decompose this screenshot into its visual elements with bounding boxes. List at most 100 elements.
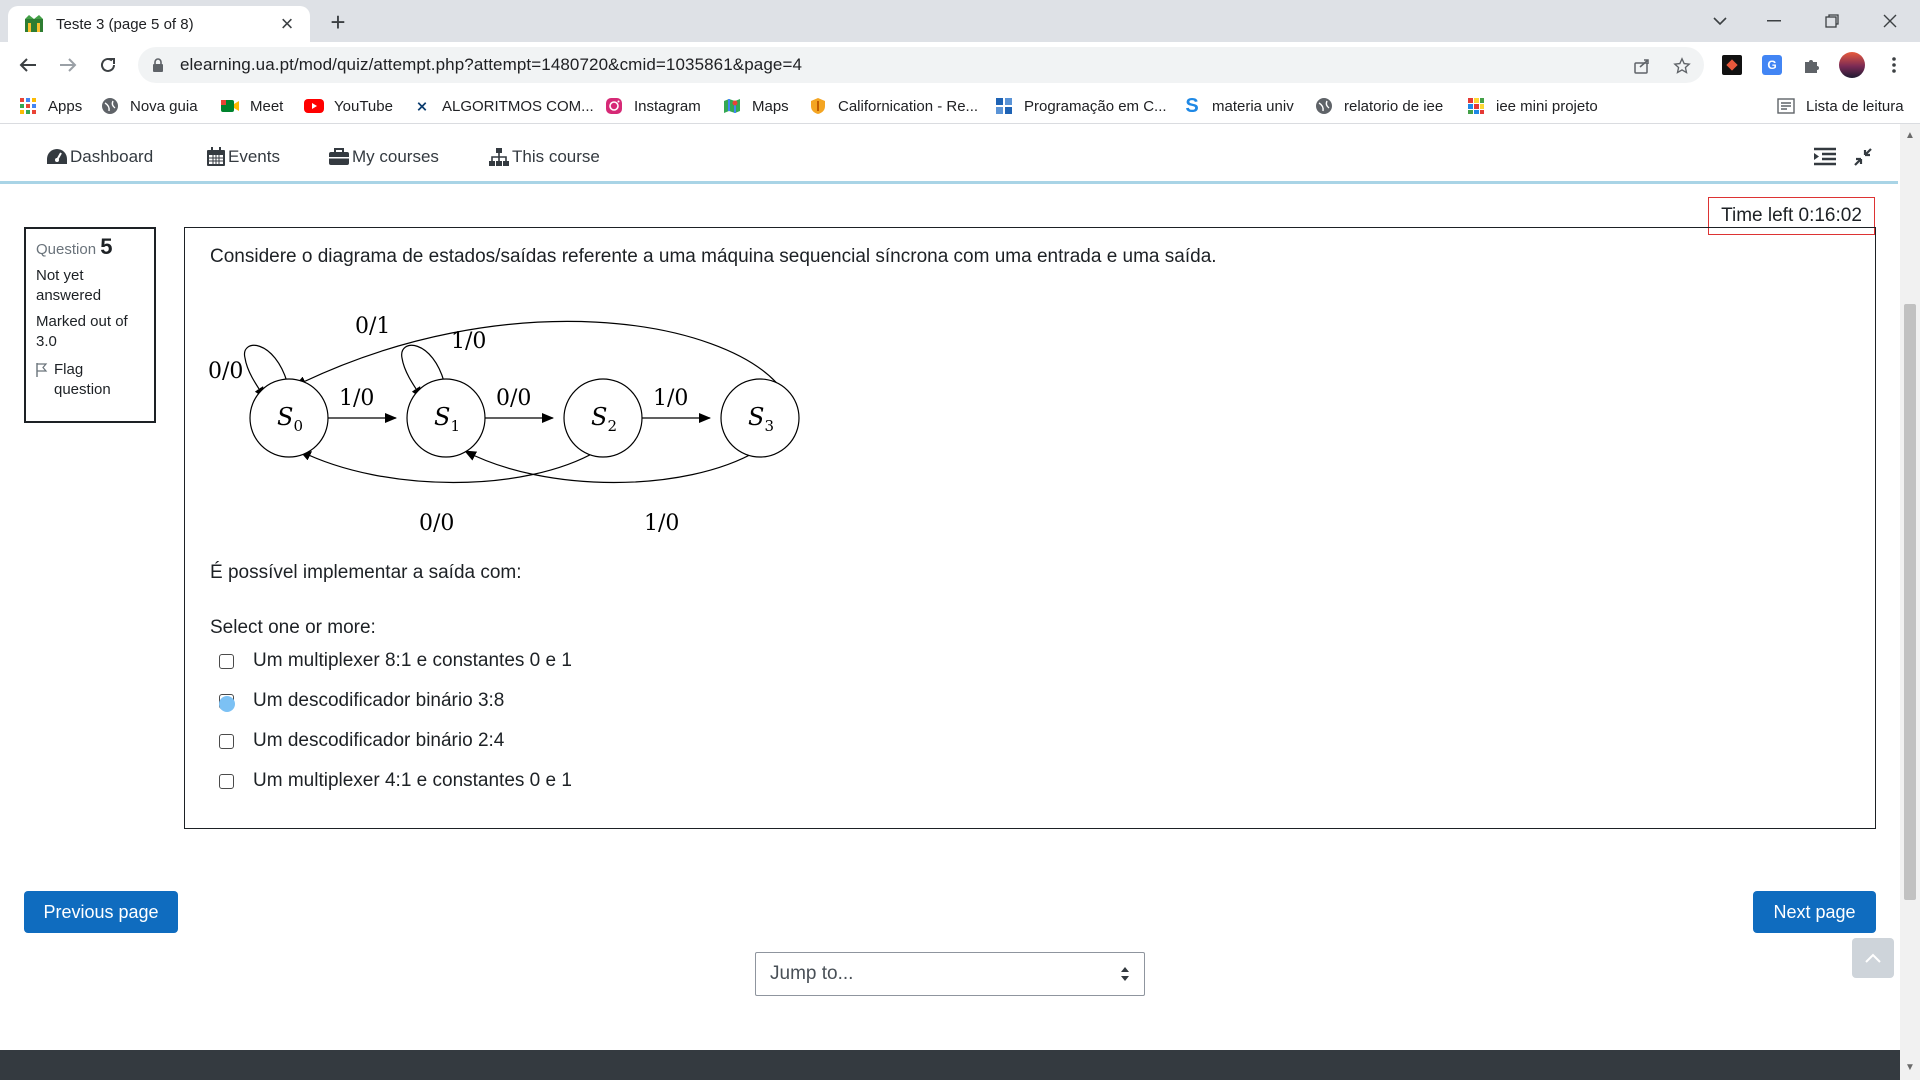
bookmark-label: Maps	[752, 97, 789, 115]
scrollbar-thumb[interactable]	[1904, 304, 1916, 900]
youtube-icon	[304, 96, 324, 116]
tab-search-icon[interactable]	[1700, 0, 1740, 42]
nav-this-course[interactable]: This course	[488, 144, 600, 170]
label-s3-s1: 1/0	[644, 511, 679, 536]
page-footer	[0, 1050, 1900, 1080]
question-content: Considere o diagrama de estados/saídas r…	[184, 227, 1876, 829]
bookmark-label: YouTube	[334, 97, 393, 115]
chevron-up-icon	[1865, 953, 1881, 963]
extensions-puzzle-icon[interactable]	[1798, 51, 1826, 79]
bookmark-label: Instagram	[634, 97, 701, 115]
reading-list[interactable]: Lista de leitura	[1776, 93, 1904, 119]
question-info: Question 5 Not yet answered Marked out o…	[24, 227, 156, 423]
share-icon[interactable]	[1628, 52, 1656, 80]
back-icon[interactable]	[12, 49, 44, 81]
sitemap-icon	[489, 148, 509, 166]
flag-question[interactable]: Flag question	[36, 360, 144, 400]
answer-checkbox[interactable]	[219, 693, 235, 712]
meet-icon	[220, 96, 240, 116]
address-bar[interactable]: elearning.ua.pt/mod/quiz/attempt.php?att…	[138, 47, 1704, 83]
reading-list-label: Lista de leitura	[1806, 97, 1904, 115]
bookmark-label: Programação em C...	[1024, 97, 1167, 115]
nav-events[interactable]: Events	[206, 144, 280, 170]
tab-title: Teste 3 (page 5 of 8)	[56, 15, 194, 33]
browser-menu-icon[interactable]	[1880, 51, 1908, 79]
page-scrollbar[interactable]: ▲ ▼	[1900, 124, 1920, 1080]
answer-checkbox[interactable]	[219, 653, 234, 669]
answer-checkbox[interactable]	[219, 733, 234, 749]
answer-option-4[interactable]: Um multiplexer 4:1 e constantes 0 e 1	[219, 768, 572, 794]
bookmark-meet[interactable]: Meet	[220, 93, 283, 119]
new-tab-icon[interactable]: +	[324, 8, 352, 36]
jump-to-select[interactable]: Jump to...	[755, 952, 1145, 996]
scroll-up-icon[interactable]: ▲	[1904, 130, 1916, 142]
url-text: elearning.ua.pt/mod/quiz/attempt.php?att…	[180, 55, 803, 74]
bookmark-californication[interactable]: Californication - Re...	[808, 93, 978, 119]
answer-checkbox[interactable]	[219, 773, 234, 789]
select-instruction: Select one or more:	[210, 617, 376, 638]
forward-icon[interactable]	[52, 49, 84, 81]
bookmark-maps[interactable]: Maps	[722, 93, 789, 119]
back-to-top-button[interactable]	[1852, 938, 1894, 978]
maps-icon	[722, 96, 742, 116]
shield-icon	[808, 96, 828, 116]
moodle-navbar: Dashboard Events My courses This course	[0, 130, 1898, 184]
nav-label: My courses	[352, 147, 439, 166]
answer-label: Um descodificador binário 3:8	[253, 690, 505, 711]
browser-tab[interactable]: Teste 3 (page 5 of 8) ×	[8, 6, 310, 42]
drawer-toggle-icon[interactable]	[1812, 144, 1838, 170]
answer-option-2[interactable]: Um descodificador binário 3:8	[219, 688, 504, 714]
nav-dashboard[interactable]: Dashboard	[46, 144, 153, 170]
bookmark-nova-guia[interactable]: Nova guia	[100, 93, 198, 119]
tab-close-icon[interactable]: ×	[276, 13, 298, 35]
question-status: Not yet answered	[36, 267, 102, 304]
reload-icon[interactable]	[92, 49, 124, 81]
translate-icon[interactable]: G	[1758, 51, 1786, 79]
bookmark-star-icon[interactable]	[1668, 52, 1696, 80]
label-s3-s0: 0/1	[355, 314, 390, 339]
bookmark-iee-mini[interactable]: iee mini projeto	[1466, 93, 1598, 119]
bookmark-programacao[interactable]: Programação em C...	[994, 93, 1167, 119]
extension-dark-icon[interactable]	[1718, 51, 1746, 79]
bookmark-relatorio[interactable]: relatorio de iee	[1314, 93, 1443, 119]
question-number-value: 5	[100, 234, 113, 259]
question-prompt: É possível implementar a saída com:	[210, 562, 522, 583]
bookmark-materia-univ[interactable]: S materia univ	[1182, 93, 1293, 119]
minimize-icon[interactable]	[1754, 0, 1794, 42]
bookmark-instagram[interactable]: Instagram	[604, 93, 701, 119]
previous-page-button[interactable]: Previous page	[24, 891, 178, 933]
question-number: Question 5	[36, 234, 144, 260]
profile-avatar[interactable]	[1838, 51, 1866, 79]
nav-label: This course	[512, 147, 600, 166]
bookmark-label: ALGORITMOS COM...	[442, 97, 594, 115]
answer-option-1[interactable]: Um multiplexer 8:1 e constantes 0 e 1	[219, 648, 572, 674]
reading-list-icon	[1776, 96, 1796, 116]
bookmark-apps[interactable]: Apps	[18, 93, 82, 119]
bookmark-label: Californication - Re...	[838, 97, 979, 115]
algoritmos-icon: ⨯	[416, 97, 428, 114]
moodle-favicon-icon	[25, 15, 43, 32]
next-page-button[interactable]: Next page	[1753, 891, 1876, 933]
lock-icon[interactable]	[152, 58, 164, 72]
nav-label: Events	[228, 147, 280, 166]
answer-label: Um multiplexer 8:1 e constantes 0 e 1	[253, 650, 572, 671]
label-s1-s2: 0/0	[496, 386, 531, 411]
bookmark-label: Apps	[48, 97, 83, 115]
browser-toolbar: elearning.ua.pt/mod/quiz/attempt.php?att…	[0, 42, 1920, 88]
close-window-icon[interactable]	[1870, 0, 1910, 42]
restore-icon[interactable]	[1812, 0, 1852, 42]
answer-label: Um multiplexer 4:1 e constantes 0 e 1	[253, 770, 572, 791]
answer-option-3[interactable]: Um descodificador binário 2:4	[219, 728, 504, 754]
browser-tabstrip: Teste 3 (page 5 of 8) × +	[0, 0, 1920, 42]
bookmark-algoritmos[interactable]: ⨯ ALGORITMOS COM...	[412, 93, 594, 119]
apps-grid-icon	[18, 96, 38, 116]
collapse-fullscreen-icon[interactable]	[1850, 144, 1876, 170]
globe-icon	[1314, 96, 1334, 116]
label-s0-s1: 1/0	[339, 386, 374, 411]
scroll-down-icon[interactable]: ▼	[1904, 1062, 1916, 1074]
bookmark-youtube[interactable]: YouTube	[304, 93, 393, 119]
grid-icon	[1466, 96, 1486, 116]
nav-my-courses[interactable]: My courses	[328, 144, 439, 170]
label-s0-self: 0/0	[208, 359, 243, 384]
question-text: Considere o diagrama de estados/saídas r…	[210, 246, 1217, 267]
